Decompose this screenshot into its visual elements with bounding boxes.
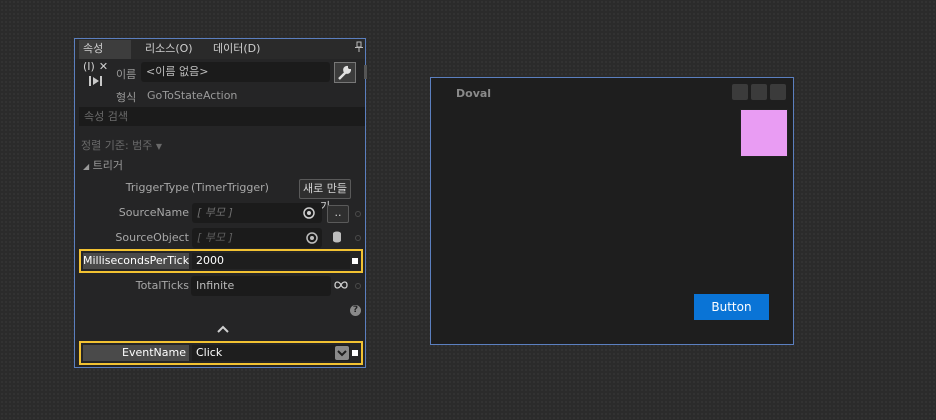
- milliseconds-per-tick-field[interactable]: 2000: [192, 253, 350, 269]
- properties-panel: 속성(I) ✕ 리소스(O) 데이터(D) 이름 <이름 없음> 형식 GoToS…: [74, 38, 367, 368]
- database-icon[interactable]: [332, 231, 342, 243]
- new-trigger-button[interactable]: 새로 만들기: [299, 179, 351, 213]
- category-label: 트리거: [92, 159, 124, 172]
- panel-tab-bar: 속성(I) ✕ 리소스(O) 데이터(D): [75, 39, 365, 73]
- chevron-up-icon: [217, 325, 229, 333]
- advanced-options-marker[interactable]: [352, 258, 358, 264]
- property-search-input[interactable]: 속성 검색: [79, 107, 365, 126]
- chevron-down-icon: ▼: [155, 142, 163, 151]
- close-button[interactable]: [770, 84, 786, 100]
- advanced-options-marker[interactable]: [352, 350, 358, 356]
- event-name-row: EventName Click: [79, 341, 363, 365]
- name-label: 이름: [116, 68, 137, 81]
- design-canvas[interactable]: Doval Button: [430, 77, 794, 345]
- collapse-advanced-button[interactable]: [79, 322, 365, 338]
- target-picker-icon[interactable]: [303, 207, 315, 219]
- name-field[interactable]: <이름 없음>: [141, 62, 330, 82]
- event-name-dropdown[interactable]: Click: [192, 345, 350, 361]
- total-ticks-label: TotalTicks: [135, 279, 189, 292]
- minimize-button[interactable]: [732, 84, 748, 100]
- target-picker-icon[interactable]: [306, 232, 318, 244]
- help-icon[interactable]: ?: [350, 305, 361, 316]
- collapse-triangle-icon: ◢: [83, 162, 90, 171]
- tab-data-label: 데이터(D): [213, 42, 261, 55]
- close-icon[interactable]: ✕: [99, 60, 108, 73]
- event-name-label: EventName: [83, 345, 189, 361]
- type-label: 형식: [116, 91, 137, 104]
- advanced-options-marker[interactable]: [355, 235, 361, 241]
- sort-dropdown[interactable]: 정렬 기준: 범주 ▼: [81, 137, 162, 153]
- tab-properties[interactable]: 속성(I) ✕: [79, 40, 131, 73]
- advanced-options-marker[interactable]: [355, 283, 361, 289]
- infinity-icon[interactable]: [334, 279, 348, 291]
- milliseconds-per-tick-label: MillisecondsPerTick: [83, 253, 190, 269]
- canvas-title: Doval: [456, 87, 492, 100]
- milliseconds-per-tick-row: MillisecondsPerTick 2000: [79, 249, 363, 273]
- trigger-type-value: (TimerTrigger): [191, 181, 269, 194]
- ellipsis-button[interactable]: ..: [327, 205, 349, 223]
- canvas-button[interactable]: Button: [694, 294, 769, 320]
- chevron-down-icon[interactable]: [335, 346, 349, 360]
- category-header[interactable]: ◢ 트리거: [83, 157, 123, 173]
- tab-resources[interactable]: 리소스(O): [141, 40, 201, 59]
- source-name-label: SourceName: [118, 206, 189, 219]
- tab-data[interactable]: 데이터(D): [209, 40, 271, 59]
- type-value: GoToStateAction: [147, 89, 238, 102]
- sort-label: 정렬 기준: 범주: [81, 139, 153, 152]
- source-object-field[interactable]: [ 부모 ]: [192, 228, 322, 248]
- advanced-options-marker[interactable]: [355, 211, 361, 217]
- wrench-icon[interactable]: [334, 62, 356, 83]
- pin-icon[interactable]: [355, 41, 363, 53]
- total-ticks-field[interactable]: Infinite: [191, 276, 331, 296]
- pink-square[interactable]: [740, 109, 788, 157]
- maximize-button[interactable]: [751, 84, 767, 100]
- source-object-label: SourceObject: [115, 231, 189, 244]
- event-name-value: Click: [196, 346, 223, 359]
- panel-edge-divider: [364, 65, 367, 79]
- element-type-icon: [88, 75, 104, 87]
- trigger-type-label: TriggerType: [125, 181, 189, 194]
- tab-resources-label: 리소스(O): [145, 42, 193, 55]
